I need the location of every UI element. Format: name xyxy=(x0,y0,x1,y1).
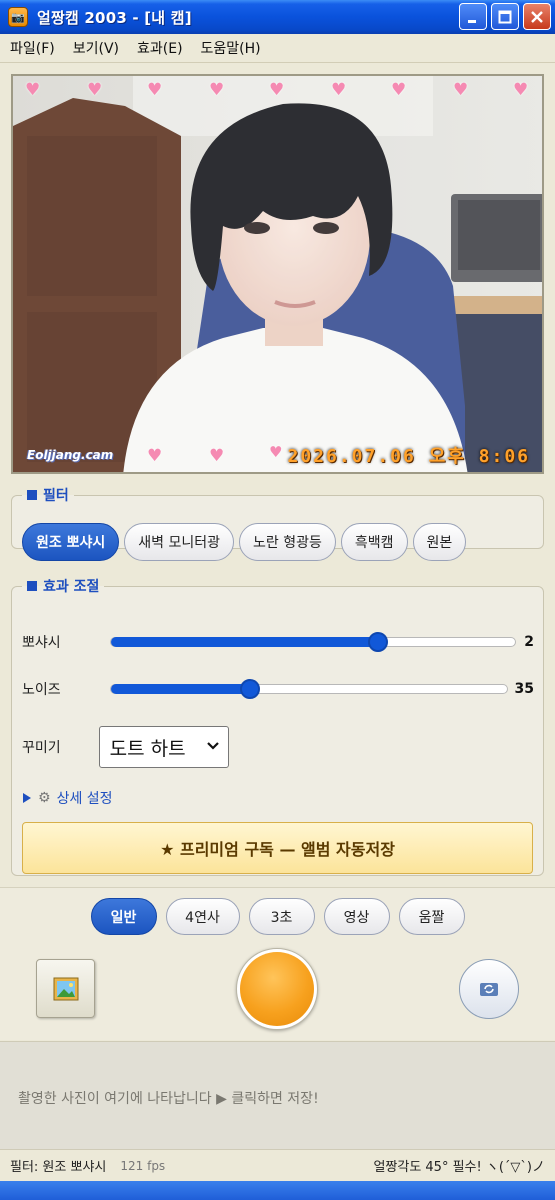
noise-slider-row: 노이즈 35 xyxy=(22,677,534,701)
heart-icon: ♥ xyxy=(331,80,347,100)
mode-timer-3s[interactable]: 3초 xyxy=(248,898,315,935)
maximize-icon xyxy=(498,10,512,23)
effects-group: 효과 조절 뽀샤시 2 노이즈 35 꾸미기 도트 하트 ⚙ 상세 설정 ★ 프… xyxy=(11,576,544,876)
shutter-button-inner xyxy=(240,952,314,1026)
noise-slider-label: 노이즈 xyxy=(22,682,61,698)
photo-preview-area[interactable]: 촬영한 사진이 여기에 나타납니다 ▶ 클릭하면 저장! xyxy=(0,1041,555,1149)
decoration-label: 꾸미기 xyxy=(22,740,61,756)
filter-yellow-fluorescent[interactable]: 노란 형광등 xyxy=(239,523,336,561)
filter-list: 원조 뽀샤시 새벽 모니터광 노란 형광등 흑백캠 원본 xyxy=(22,523,467,561)
heart-icon: ♥ xyxy=(269,80,285,100)
status-bar: 필터: 원조 뽀샤시 121 fps 얼짱각도 45° 필수! ヽ(´▽`)ノ xyxy=(0,1149,555,1181)
filter-black-white[interactable]: 흑백캠 xyxy=(340,523,408,561)
filter-dawn-monitor[interactable]: 새벽 모니터광 xyxy=(124,523,235,561)
heart-icon: ♥ xyxy=(25,80,41,100)
filter-group-legend: 필터 xyxy=(22,485,74,505)
taskbar xyxy=(0,1181,555,1200)
gallery-button[interactable] xyxy=(36,959,95,1018)
mode-video[interactable]: 영상 xyxy=(323,898,390,935)
menu-bar: 파일(F) 보기(V) 효과(E) 도움말(H) xyxy=(0,34,555,63)
menu-file[interactable]: 파일(F) xyxy=(10,38,55,58)
status-fps: 121 fps xyxy=(120,1158,166,1173)
heart-icon: ♥ xyxy=(209,446,225,466)
effects-group-legend: 효과 조절 xyxy=(22,576,104,596)
heart-icon: ♥ xyxy=(269,443,283,461)
heart-icon: ♥ xyxy=(513,80,529,100)
maximize-button[interactable] xyxy=(491,3,519,30)
noise-slider-value: 35 xyxy=(514,681,534,697)
advanced-settings-toggle[interactable]: ⚙ 상세 설정 xyxy=(22,788,113,808)
preview-hint: 촬영한 사진이 여기에 나타납니다 ▶ 클릭하면 저장! xyxy=(18,1091,319,1107)
heart-icon: ♥ xyxy=(209,80,225,100)
decoration-row: 꾸미기 도트 하트 xyxy=(22,726,229,768)
soft-slider-value: 2 xyxy=(524,634,534,650)
heart-icon: ♥ xyxy=(147,80,163,100)
heart-icon: ♥ xyxy=(147,446,163,466)
menu-effects[interactable]: 효과(E) xyxy=(137,38,183,58)
camera-icon: 📷 xyxy=(8,7,28,27)
mode-normal[interactable]: 일반 xyxy=(90,898,157,935)
close-button[interactable] xyxy=(523,3,551,30)
close-icon xyxy=(531,10,543,23)
app-window: 📷 얼짱캠 2003 - [내 캠] 파일(F) 보기(V) 효과(E) 도움말… xyxy=(0,0,555,1200)
timestamp: 2026.07.06 오후 8:06 xyxy=(287,446,530,467)
soft-slider[interactable] xyxy=(110,632,516,652)
heart-decorations: ♥ ♥ ♥ ♥ ♥ ♥ ♥ ♥ ♥ xyxy=(13,82,542,102)
premium-subscribe-button[interactable]: ★ 프리미엄 구독 — 앨범 자동저장 xyxy=(22,822,533,874)
camera-switch-button[interactable] xyxy=(459,959,519,1019)
decoration-value: 도트 하트 xyxy=(109,737,186,760)
soft-slider-label: 뽀샤시 xyxy=(22,635,61,651)
advanced-settings-label: 상세 설정 xyxy=(56,791,113,807)
heart-icon: ♥ xyxy=(453,80,469,100)
minimize-icon xyxy=(468,19,476,23)
minimize-button[interactable] xyxy=(459,3,487,30)
filter-original-soft[interactable]: 원조 뽀샤시 xyxy=(22,523,120,561)
picture-icon xyxy=(53,977,78,1000)
status-tip: 얼짱각도 45° 필수! ヽ(´▽`)ノ xyxy=(373,1160,545,1175)
triangle-right-icon xyxy=(23,793,31,803)
filter-original[interactable]: 원본 xyxy=(412,523,467,561)
heart-icon: ♥ xyxy=(87,80,103,100)
heart-icon: ♥ xyxy=(391,80,407,100)
shutter-button[interactable] xyxy=(236,948,318,1030)
menu-view[interactable]: 보기(V) xyxy=(73,38,119,58)
watermark: Eoljjang.cam xyxy=(27,448,114,462)
mode-gif[interactable]: 움짤 xyxy=(398,898,465,935)
noise-slider[interactable] xyxy=(110,679,508,699)
gear-icon: ⚙ xyxy=(38,790,51,806)
noise-slider-thumb[interactable] xyxy=(239,679,260,699)
chevron-down-icon xyxy=(206,738,220,756)
soft-slider-thumb[interactable] xyxy=(367,632,388,652)
soft-slider-row: 뽀샤시 2 xyxy=(22,630,534,654)
capture-mode-tabs: 일반 4연사 3초 영상 움짤 xyxy=(0,898,555,935)
filter-group: 필터 원조 뽀샤시 새벽 모니터광 노란 형광등 흑백캠 원본 xyxy=(11,485,544,561)
window-title: 얼짱캠 2003 - [내 캠] xyxy=(37,8,192,27)
menu-help[interactable]: 도움말(H) xyxy=(201,38,261,58)
mode-burst-4[interactable]: 4연사 xyxy=(165,898,240,935)
webcam-view[interactable]: ♥ ♥ ♥ ♥ ♥ ♥ ♥ ♥ ♥ ♥ ♥ ♥ Eoljjang.cam 202… xyxy=(11,74,544,474)
capture-controls: 일반 4연사 3초 영상 움짤 xyxy=(0,887,555,1040)
title-bar[interactable]: 📷 얼짱캠 2003 - [내 캠] xyxy=(0,0,555,34)
webcam-image xyxy=(13,76,542,472)
decoration-select[interactable]: 도트 하트 xyxy=(98,726,229,768)
status-filter: 필터: 원조 뽀샤시 xyxy=(10,1160,107,1175)
camera-switch-icon xyxy=(480,983,498,996)
